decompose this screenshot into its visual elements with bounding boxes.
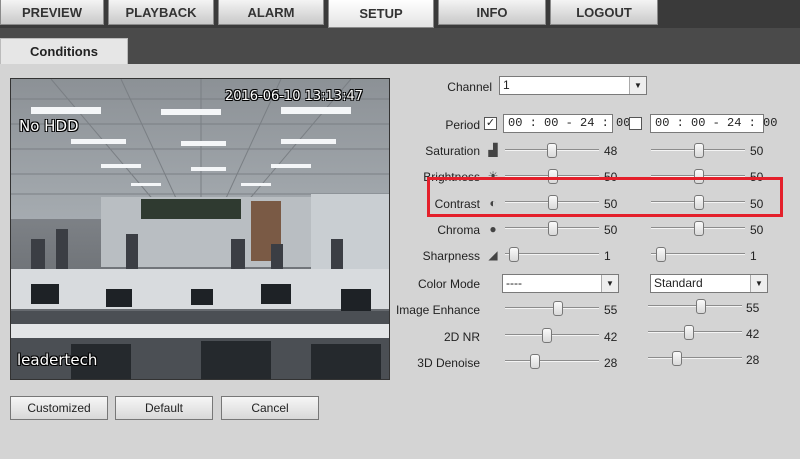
period-2-time-field[interactable]: 00 : 00 - 24 : 00 xyxy=(650,114,777,133)
3d-denoise-slider-2[interactable] xyxy=(648,351,742,366)
tab-alarm[interactable]: ALARM xyxy=(218,0,324,25)
sharpness-value-2: 1 xyxy=(750,249,757,263)
color-mode-value-2: Standard xyxy=(654,276,703,290)
sharpness-slider-1[interactable] xyxy=(505,247,599,262)
cancel-button[interactable]: Cancel xyxy=(221,396,319,420)
saturation-slider-2[interactable] xyxy=(651,143,745,158)
channel-label: Channel xyxy=(447,80,492,94)
contrast-slider-2[interactable] xyxy=(651,195,745,210)
brightness-value-2: 50 xyxy=(750,170,764,184)
tab-playback[interactable]: PLAYBACK xyxy=(108,0,214,25)
image-enhance-label: Image Enhance xyxy=(395,303,480,317)
image-enhance-slider-2[interactable] xyxy=(648,299,742,314)
image-enhance-value-2: 55 xyxy=(746,301,760,315)
osd-hdd-status: No HDD xyxy=(19,117,79,135)
period-label: Period xyxy=(445,118,480,132)
contrast-icon: ◐ xyxy=(489,196,497,210)
saturation-icon: ▟ xyxy=(488,143,498,157)
color-mode-select-1[interactable]: ---- ▼ xyxy=(502,274,619,293)
chroma-label: Chroma xyxy=(437,223,480,237)
period-1-time-field[interactable]: 00 : 00 - 24 : 00 xyxy=(503,114,630,133)
channel-value: 1 xyxy=(503,78,510,92)
3d-denoise-value-2: 28 xyxy=(746,353,760,367)
tab-setup[interactable]: SETUP xyxy=(328,0,434,28)
brightness-value-1: 50 xyxy=(604,170,618,184)
sharpness-value-1: 1 xyxy=(604,249,611,263)
image-enhance-slider-1[interactable] xyxy=(505,301,599,316)
brightness-label: Brightness xyxy=(423,170,480,184)
chroma-value-1: 50 xyxy=(604,223,618,237)
chroma-slider-1[interactable] xyxy=(505,221,599,236)
2d-nr-slider-1[interactable] xyxy=(505,328,599,343)
tab-logout[interactable]: LOGOUT xyxy=(550,0,658,25)
chroma-value-2: 50 xyxy=(750,223,764,237)
chevron-down-icon: ▼ xyxy=(601,275,618,292)
channel-select[interactable]: 1 ▼ xyxy=(499,76,647,95)
saturation-value-2: 50 xyxy=(750,144,764,158)
sharpness-slider-2[interactable] xyxy=(651,247,745,262)
color-mode-label: Color Mode xyxy=(417,277,480,291)
image-enhance-value-1: 55 xyxy=(604,303,618,317)
saturation-slider-1[interactable] xyxy=(505,143,599,158)
2d-nr-slider-2[interactable] xyxy=(648,325,742,340)
chevron-down-icon: ▼ xyxy=(750,275,767,292)
osd-timestamp: 2016-06-10 13:13:47 xyxy=(224,89,363,104)
sharpness-icon: ◢ xyxy=(488,248,498,262)
tab-conditions[interactable]: Conditions xyxy=(0,38,128,64)
customized-button[interactable]: Customized xyxy=(10,396,108,420)
chevron-down-icon: ▼ xyxy=(629,77,646,94)
contrast-value-1: 50 xyxy=(604,197,618,211)
chroma-icon: ● xyxy=(489,222,497,236)
3d-denoise-label: 3D Denoise xyxy=(417,356,480,370)
color-mode-value-1: ---- xyxy=(506,276,522,290)
tab-preview[interactable]: PREVIEW xyxy=(0,0,104,25)
tab-info[interactable]: INFO xyxy=(438,0,546,25)
3d-denoise-value-1: 28 xyxy=(604,356,618,370)
period-1-checkbox[interactable]: ✓ xyxy=(484,117,497,130)
default-button[interactable]: Default xyxy=(115,396,213,420)
brightness-icon: ☀ xyxy=(487,169,499,183)
3d-denoise-slider-1[interactable] xyxy=(505,354,599,369)
2d-nr-label: 2D NR xyxy=(443,330,480,344)
period-2-checkbox[interactable] xyxy=(629,117,642,130)
contrast-label: Contrast xyxy=(434,197,480,211)
camera-preview: 2016-06-10 13:13:47 No HDD leadertech xyxy=(10,78,390,380)
2d-nr-value-1: 42 xyxy=(604,330,618,344)
osd-camera-name: leadertech xyxy=(17,351,98,369)
chroma-slider-2[interactable] xyxy=(651,221,745,236)
brightness-slider-1[interactable] xyxy=(505,169,599,184)
contrast-slider-1[interactable] xyxy=(505,195,599,210)
saturation-value-1: 48 xyxy=(604,144,618,158)
sharpness-label: Sharpness xyxy=(422,249,480,263)
brightness-slider-2[interactable] xyxy=(651,169,745,184)
2d-nr-value-2: 42 xyxy=(746,327,760,341)
contrast-value-2: 50 xyxy=(750,197,764,211)
saturation-label: Saturation xyxy=(425,144,480,158)
color-mode-select-2[interactable]: Standard ▼ xyxy=(650,274,768,293)
